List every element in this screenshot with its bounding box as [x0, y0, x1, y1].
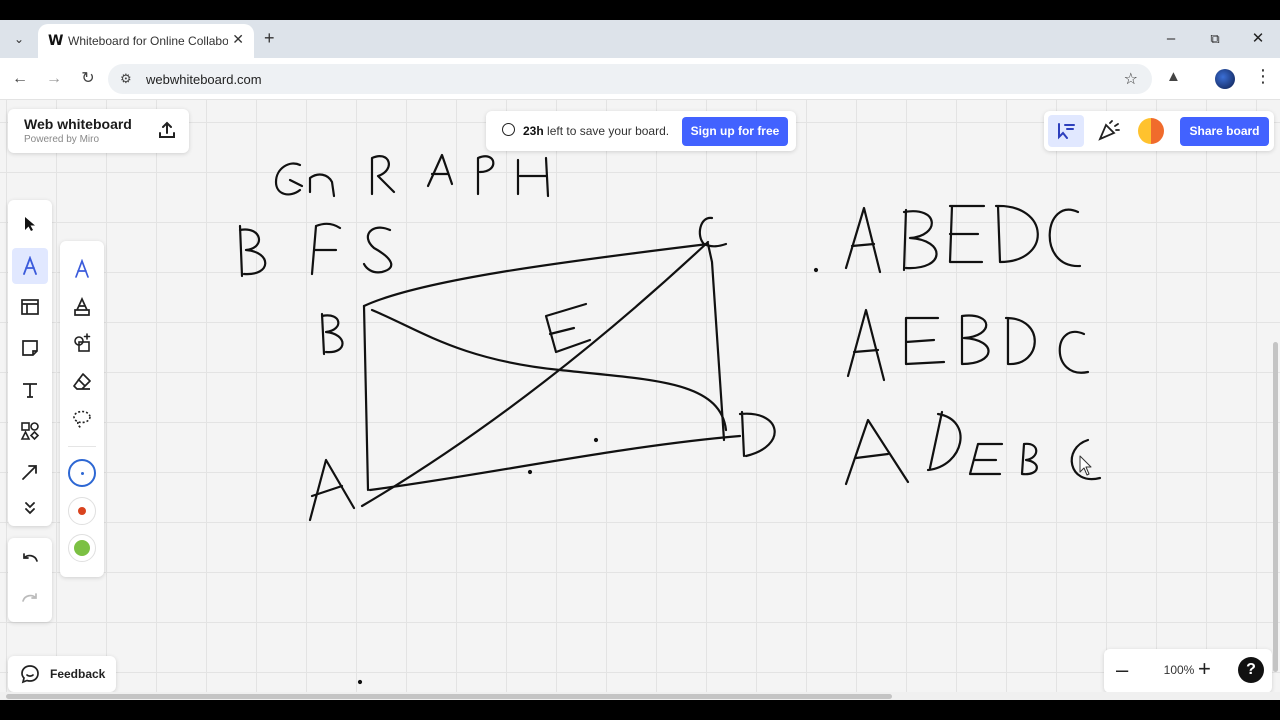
celebrate-icon[interactable] [1094, 117, 1122, 145]
cursor-tracking-icon[interactable] [1048, 115, 1084, 147]
plus-icon[interactable]: + [264, 28, 275, 48]
feedback-button[interactable]: Feedback [8, 656, 116, 692]
pen-options-panel [60, 241, 104, 577]
profile-avatar[interactable] [1215, 69, 1235, 89]
color-swatch-red[interactable] [64, 493, 100, 529]
browser-address-bar: ← → ↻ ⚙ webwhiteboard.com ☆ ▲ ⋮ [0, 58, 1280, 100]
url-text: webwhiteboard.com [146, 72, 262, 87]
select-icon[interactable] [12, 206, 48, 242]
save-notice: 23h left to save your board. [523, 124, 669, 138]
highlighter-tool-icon[interactable] [64, 289, 100, 325]
forward-icon[interactable]: → [42, 68, 66, 90]
top-right-panel: Share board [1044, 111, 1274, 151]
close-icon[interactable]: ✕ [232, 31, 244, 48]
ink-node-a [308, 458, 356, 522]
screen: ⌄ W Whiteboard for Online Collabor ✕ + –… [0, 0, 1280, 720]
lasso-tool-icon[interactable] [64, 401, 100, 437]
text-icon[interactable] [12, 372, 48, 408]
shapes-icon[interactable] [12, 413, 48, 449]
divider [68, 446, 96, 447]
color-swatch-blue[interactable] [64, 455, 100, 491]
vertical-scrollbar[interactable] [1273, 342, 1278, 672]
ink-order-abedc [844, 204, 1082, 274]
zoom-level[interactable]: 100% [1154, 663, 1204, 677]
close-window-icon[interactable]: ✕ [1243, 28, 1273, 50]
zoom-panel: – 100% + ? [1104, 649, 1272, 693]
pen-tool-icon[interactable] [64, 251, 100, 287]
clock-icon [502, 123, 515, 136]
arrow-icon[interactable] [12, 454, 48, 490]
screen-bottom-edge [0, 700, 1280, 720]
brand-panel: Web whiteboard Powered by Miro [8, 109, 189, 153]
zoom-out-icon[interactable]: – [1116, 659, 1128, 681]
whiteboard-canvas[interactable]: Web whiteboard Powered by Miro 23h left … [0, 100, 1280, 698]
url-input[interactable]: ⚙ webwhiteboard.com ☆ [108, 64, 1152, 94]
user-avatar[interactable] [1138, 118, 1164, 144]
menu-dots-icon[interactable]: ⋮ [1254, 66, 1272, 87]
ink-drawing [238, 153, 1102, 685]
feedback-label: Feedback [50, 667, 106, 681]
reload-icon[interactable]: ↻ [76, 68, 100, 90]
browser-tab-bar: ⌄ W Whiteboard for Online Collabor ✕ + –… [0, 20, 1280, 58]
horizontal-scrollbar[interactable] [6, 694, 892, 699]
undo-redo-panel [8, 538, 52, 622]
upload-icon[interactable] [157, 120, 177, 140]
minimize-icon[interactable]: – [1156, 28, 1186, 50]
color-swatch-green[interactable] [64, 530, 100, 566]
ink-graph-edges [360, 240, 742, 508]
site-info-icon[interactable]: ⚙ [120, 71, 132, 87]
horizontal-scrollbar-track [0, 692, 1280, 700]
ink-word-graph [274, 153, 550, 198]
tab-favicon: W [48, 33, 64, 49]
save-text: left to save your board. [547, 124, 670, 138]
pen-icon[interactable] [12, 248, 48, 284]
star-icon[interactable]: ☆ [1124, 69, 1138, 89]
more-tools-icon[interactable] [12, 490, 48, 526]
ink-node-b [320, 312, 344, 356]
back-icon[interactable]: ← [8, 68, 32, 90]
ink-node-c [698, 216, 728, 248]
undo-icon[interactable] [12, 542, 48, 578]
tab-list-icon[interactable]: ⌄ [8, 28, 30, 50]
ink-order-aebdc [846, 308, 1090, 382]
left-toolbar [8, 200, 52, 526]
save-time: 23h [523, 124, 544, 138]
frame-icon[interactable] [12, 289, 48, 325]
share-board-button[interactable]: Share board [1180, 117, 1269, 146]
ink-node-e [544, 302, 592, 354]
tab-title: Whiteboard for Online Collabor [68, 34, 228, 48]
redo-icon[interactable] [12, 582, 48, 618]
signup-button[interactable]: Sign up for free [682, 117, 788, 146]
sticky-note-icon[interactable] [12, 330, 48, 366]
extensions-icon[interactable]: ▲ [1166, 68, 1181, 85]
eraser-tool-icon[interactable] [64, 363, 100, 399]
smart-draw-tool-icon[interactable] [64, 325, 100, 361]
brand-title: Web whiteboard [24, 116, 132, 132]
help-icon[interactable]: ? [1238, 657, 1264, 683]
save-banner: 23h left to save your board. Sign up for… [486, 111, 796, 151]
zoom-in-icon[interactable]: + [1198, 658, 1211, 680]
restore-icon[interactable]: ⧉ [1200, 28, 1230, 50]
ink-order-adebc [844, 410, 1102, 486]
brand-subtitle: Powered by Miro [24, 134, 100, 145]
ink-word-bfs [238, 222, 393, 278]
mouse-cursor-icon [1079, 455, 1092, 476]
ink-node-d [738, 410, 776, 458]
chat-icon [21, 665, 39, 684]
browser-tab[interactable]: W Whiteboard for Online Collabor ✕ [38, 24, 254, 58]
